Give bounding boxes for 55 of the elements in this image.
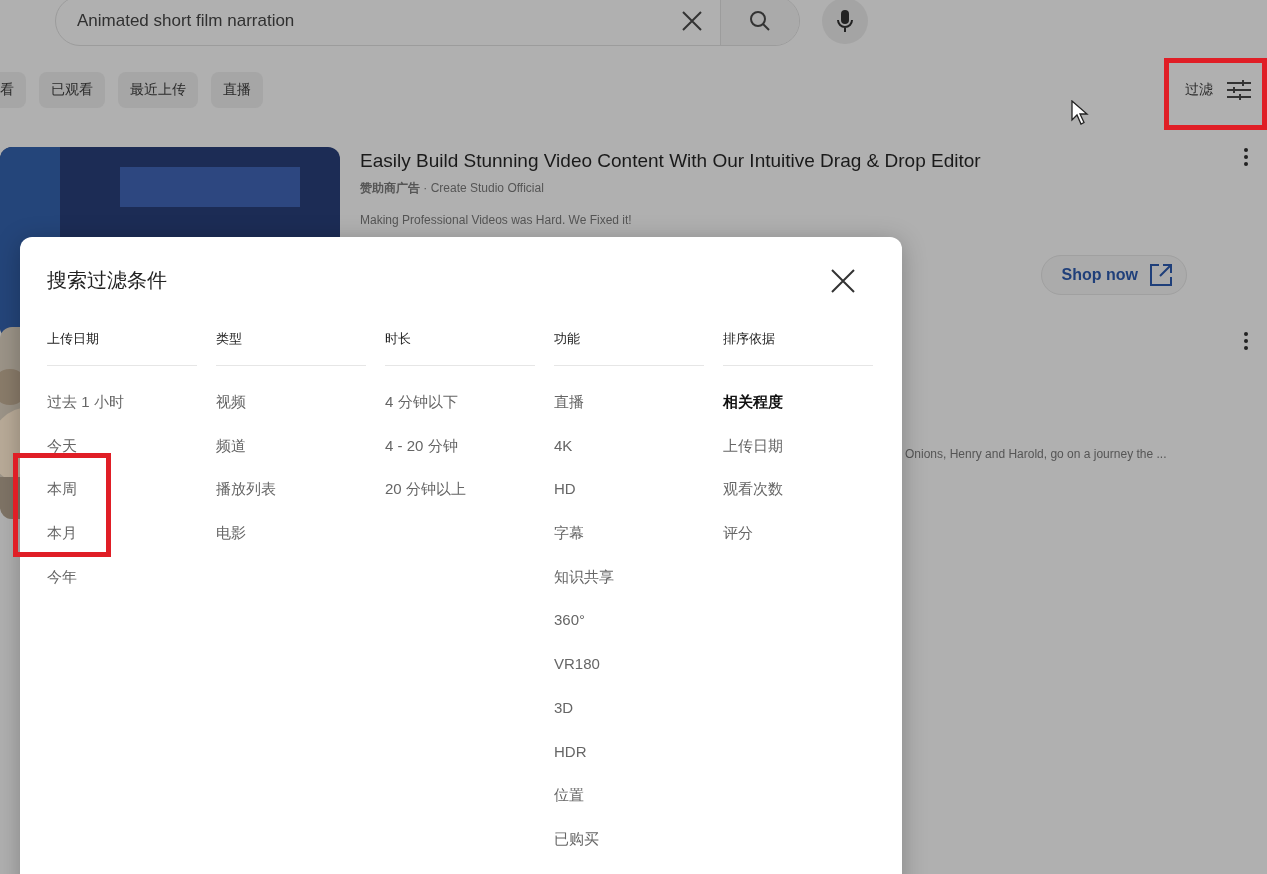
filter-option[interactable]: 直播 <box>554 392 584 412</box>
microphone-button[interactable] <box>822 0 868 44</box>
filter-chip[interactable]: 已观看 <box>39 72 105 108</box>
close-icon[interactable] <box>831 268 855 293</box>
filter-option[interactable]: 位置 <box>554 785 584 806</box>
filter-option[interactable]: HD <box>554 479 576 500</box>
filter-option[interactable]: 已购买 <box>554 828 599 849</box>
video-title[interactable]: Easily Build Stunning Video Content With Our Intuitive Drag & Drop Editor <box>360 150 1233 172</box>
filter-chip[interactable]: 看 <box>0 72 26 108</box>
column-heading: 上传日期 <box>47 330 197 366</box>
cursor-icon <box>1071 100 1089 125</box>
more-icon[interactable] <box>1243 147 1249 167</box>
filter-option[interactable]: 上传日期 <box>723 435 783 456</box>
filter-button[interactable]: 过滤 <box>1181 74 1255 106</box>
filter-option[interactable]: 频道 <box>216 435 246 456</box>
filter-option[interactable]: 本月 <box>47 523 77 544</box>
filter-option[interactable]: 4 - 20 分钟 <box>385 435 458 456</box>
filter-option[interactable]: VR180 <box>554 654 600 675</box>
shop-button[interactable]: Shop now <box>1040 255 1187 295</box>
filter-option[interactable]: 360° <box>554 610 586 631</box>
clear-icon[interactable] <box>681 10 703 32</box>
channel-line: 赞助商广告 · Create Studio Official <box>360 180 545 197</box>
filter-chip[interactable]: 最近上传 <box>118 72 198 108</box>
filter-chip[interactable]: 直播 <box>211 72 263 108</box>
microphone-icon <box>837 10 853 32</box>
filter-option[interactable]: 观看次数 <box>723 479 783 500</box>
video-description: Making Professional Videos was Hard. We Fixed it! <box>360 213 633 227</box>
filter-option[interactable]: 今天 <box>47 435 77 456</box>
filter-option[interactable]: 知识共享 <box>554 566 614 587</box>
filter-option[interactable]: 评分 <box>723 523 753 544</box>
filter-option[interactable]: 4 分钟以下 <box>385 392 458 412</box>
search-icon <box>748 9 772 33</box>
dialog-title: 搜索过滤条件 <box>47 268 167 293</box>
filter-option[interactable]: 字幕 <box>554 523 584 544</box>
video-description: Onions, Henry and Harold, go on a journey the ... <box>905 447 1168 461</box>
filter-option[interactable]: 3D <box>554 697 574 718</box>
more-icon[interactable] <box>1243 331 1249 351</box>
filter-option[interactable]: 电影 <box>216 523 246 544</box>
column-heading: 排序依据 <box>723 330 873 366</box>
column-heading: 功能 <box>554 330 704 366</box>
filter-option[interactable]: 相关程度 <box>723 392 783 412</box>
filter-option[interactable]: 本周 <box>47 479 77 500</box>
sliders-icon <box>1227 80 1251 100</box>
search-field[interactable]: Animated short film narration <box>55 0 800 46</box>
filter-option[interactable]: 播放列表 <box>216 479 276 500</box>
filter-option[interactable]: 视频 <box>216 392 246 412</box>
column-heading: 类型 <box>216 330 366 366</box>
filter-option[interactable]: HDR <box>554 741 587 762</box>
filter-option[interactable]: 今年 <box>47 566 77 587</box>
filter-option[interactable]: 20 分钟以上 <box>385 479 466 500</box>
filter-option[interactable]: 4K <box>554 435 573 456</box>
filter-option[interactable]: 过去 1 小时 <box>47 392 124 412</box>
search-button[interactable] <box>720 0 799 45</box>
column-heading: 时长 <box>385 330 535 366</box>
external-link-icon <box>1150 264 1172 286</box>
